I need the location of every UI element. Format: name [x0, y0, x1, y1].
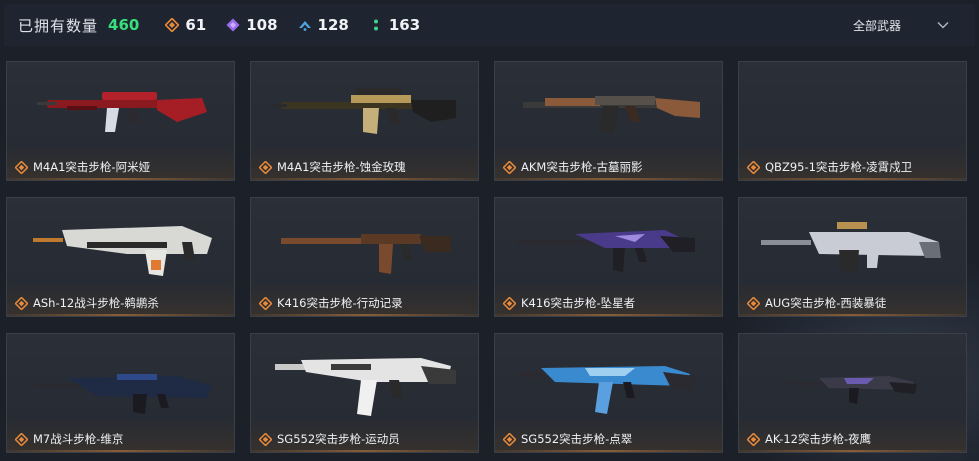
- owned-count: 460: [108, 16, 140, 34]
- stat-value: 128: [317, 16, 349, 34]
- weapon-name: AK-12突击步枪-夜鹰: [765, 432, 872, 446]
- weapon-image: [519, 366, 695, 414]
- weapon-image: [33, 226, 212, 276]
- weapon-name: M7战斗步枪-维京: [33, 432, 124, 446]
- card-accent-line: [739, 178, 966, 180]
- orange-diamond-icon: [747, 160, 760, 174]
- weapon-name-row: AKM突击步枪-古墓丽影: [503, 159, 642, 175]
- card-accent-line: [251, 450, 478, 452]
- weapon-card[interactable]: M4A1突击步枪-蚀金玫瑰: [250, 61, 479, 181]
- weapon-name-row: QBZ95-1突击步枪-凌霄戍卫: [747, 159, 912, 175]
- card-accent-line: [7, 450, 234, 452]
- weapon-name-row: M4A1突击步枪-阿米娅: [15, 159, 150, 175]
- weapon-card[interactable]: QBZ95-1突击步枪-凌霄戍卫: [738, 61, 967, 181]
- weapon-name: ASh-12战斗步枪-鹈鹕杀: [33, 296, 159, 310]
- orange-diamond-icon: [747, 432, 760, 446]
- orange-diamond-icon: [15, 160, 28, 174]
- blue-chevron-icon: [298, 21, 311, 31]
- weapon-name-row: M7战斗步枪-维京: [15, 431, 123, 447]
- card-accent-line: [251, 314, 478, 316]
- weapon-name-row: M4A1突击步枪-蚀金玫瑰: [259, 159, 406, 175]
- card-accent-line: [739, 314, 966, 316]
- weapon-name-row: SG552突击步枪-点翠: [503, 431, 632, 447]
- weapon-image: [789, 376, 917, 404]
- orange-diamond-icon: [503, 296, 516, 310]
- card-accent-line: [739, 450, 966, 452]
- weapon-card[interactable]: K416突击步枪-坠星者: [494, 197, 723, 317]
- weapon-name: M4A1突击步枪-阿米娅: [33, 160, 151, 174]
- weapon-card[interactable]: ASh-12战斗步枪-鹈鹕杀: [6, 197, 235, 317]
- stat-green: 163: [369, 16, 420, 34]
- weapon-card[interactable]: M4A1突击步枪-阿米娅: [6, 61, 235, 181]
- weapon-image: [273, 88, 456, 134]
- weapon-name-row: K416突击步枪-行动记录: [259, 295, 403, 311]
- orange-diamond-icon: [15, 432, 28, 446]
- orange-diamond-icon: [165, 18, 180, 32]
- weapon-card[interactable]: M7战斗步枪-维京: [6, 333, 235, 453]
- weapon-image: [523, 96, 700, 134]
- weapon-image: [33, 374, 212, 414]
- stat-value: 108: [246, 16, 278, 34]
- weapon-name: QBZ95-1突击步枪-凌霄戍卫: [765, 160, 913, 174]
- weapon-card[interactable]: K416突击步枪-行动记录: [250, 197, 479, 317]
- weapon-name-row: SG552突击步枪-运动员: [259, 431, 400, 447]
- weapon-name: AUG突击步枪-西装暴徒: [765, 296, 887, 310]
- weapon-name: M4A1突击步枪-蚀金玫瑰: [277, 160, 406, 174]
- stat-value: 61: [185, 16, 207, 34]
- inventory-header: 已拥有数量 460 61 108 128 163 全部武器: [4, 4, 975, 46]
- weapon-name: K416突击步枪-行动记录: [277, 296, 403, 310]
- weapon-name: K416突击步枪-坠星者: [521, 296, 636, 310]
- stat-orange: 61: [165, 16, 206, 34]
- weapon-filter-dropdown[interactable]: 全部武器: [853, 4, 949, 46]
- weapon-name-row: ASh-12战斗步枪-鹈鹕杀: [15, 295, 159, 311]
- owned-label: 已拥有数量: [18, 16, 99, 35]
- weapon-image: [761, 222, 941, 272]
- card-accent-line: [251, 178, 478, 180]
- stat-blue: 128: [298, 16, 349, 34]
- weapon-card[interactable]: SG552突击步枪-运动员: [250, 333, 479, 453]
- card-accent-line: [495, 450, 722, 452]
- weapon-name-row: K416突击步枪-坠星者: [503, 295, 635, 311]
- weapon-name-row: AK-12突击步枪-夜鹰: [747, 431, 871, 447]
- card-accent-line: [7, 314, 234, 316]
- card-accent-line: [495, 314, 722, 316]
- orange-diamond-icon: [503, 432, 516, 446]
- weapon-name-row: AUG突击步枪-西装暴徒: [747, 295, 886, 311]
- orange-diamond-icon: [15, 296, 28, 310]
- weapon-card[interactable]: AKM突击步枪-古墓丽影: [494, 61, 723, 181]
- stat-purple: 108: [226, 16, 278, 34]
- weapon-image: [281, 234, 451, 274]
- weapon-card[interactable]: AK-12突击步枪-夜鹰: [738, 333, 967, 453]
- purple-diamond-icon: [226, 18, 240, 32]
- weapon-name: SG552突击步枪-点翠: [521, 432, 633, 446]
- chevron-down-icon: [937, 21, 949, 29]
- green-dots-icon: [373, 19, 378, 31]
- weapon-image: [37, 92, 207, 132]
- weapon-name: SG552突击步枪-运动员: [277, 432, 400, 446]
- orange-diamond-icon: [503, 160, 516, 174]
- weapon-card[interactable]: SG552突击步枪-点翠: [494, 333, 723, 453]
- orange-diamond-icon: [259, 296, 272, 310]
- weapon-name: AKM突击步枪-古墓丽影: [521, 160, 643, 174]
- filter-label: 全部武器: [852, 18, 901, 33]
- card-accent-line: [495, 178, 722, 180]
- weapon-image: [517, 230, 695, 272]
- orange-diamond-icon: [259, 432, 272, 446]
- weapon-card[interactable]: AUG突击步枪-西装暴徒: [738, 197, 967, 317]
- weapon-image: [275, 358, 456, 416]
- card-accent-line: [7, 178, 234, 180]
- orange-diamond-icon: [747, 296, 760, 310]
- stat-value: 163: [388, 16, 421, 34]
- orange-diamond-icon: [259, 160, 272, 174]
